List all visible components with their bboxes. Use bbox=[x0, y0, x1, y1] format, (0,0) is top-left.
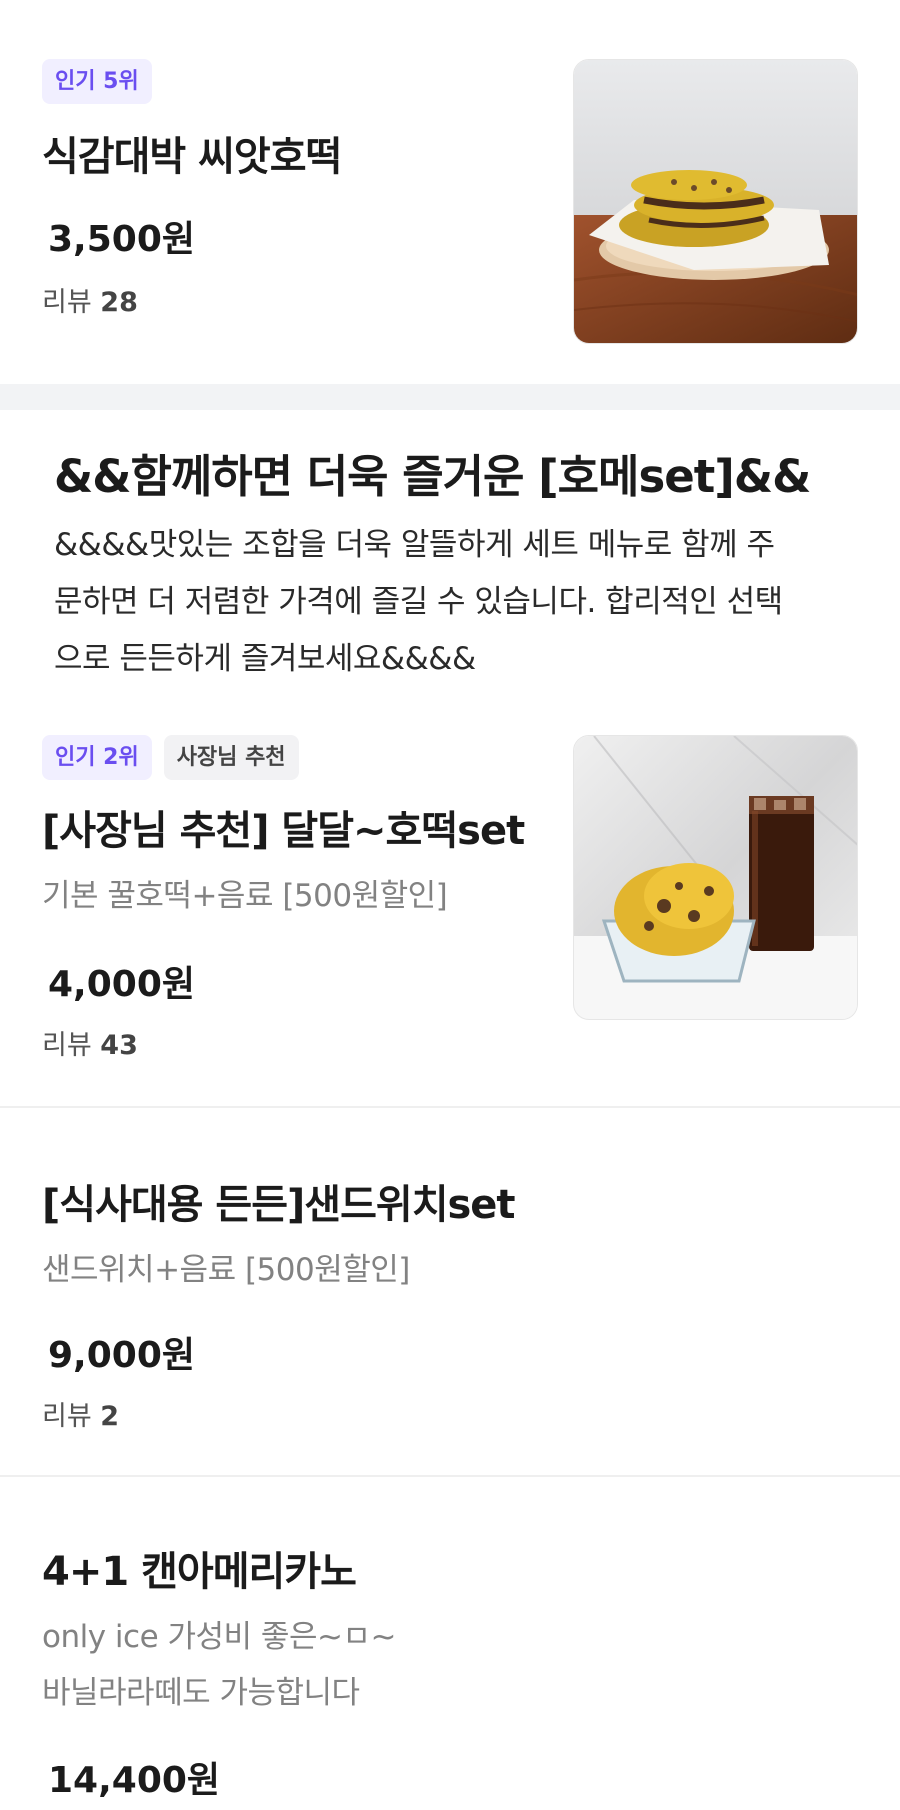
item-price: 9,000원 bbox=[48, 1335, 195, 1376]
item-description-line: 바닐라라떼도 가능합니다 bbox=[42, 1675, 360, 1711]
owner-recommend-badge: 사장님 추천 bbox=[163, 735, 299, 780]
review-number: 43 bbox=[100, 1030, 138, 1061]
menu-item-hotteok-set[interactable]: 인기 2위 사장님 추천 [사장님 추천] 달달~호떡set 기본 꿀호떡+음료… bbox=[0, 720, 900, 1105]
item-review-count: 리뷰 28 bbox=[42, 280, 138, 319]
item-name: 4+1 캔아메리카노 bbox=[42, 1549, 357, 1595]
item-name: [식사대용 든든]샌드위치set bbox=[42, 1182, 516, 1228]
set-section-header: &&함께하면 더욱 즐거운 [호메set]&& &&&&맛있는 조합을 더욱 알… bbox=[54, 440, 874, 688]
review-label: 리뷰 bbox=[42, 287, 92, 318]
set-desc-line: 문하면 더 저렴한 가격에 즐길 수 있습니다. 합리적인 선택 bbox=[54, 584, 783, 620]
item-review-count: 리뷰 43 bbox=[42, 1023, 138, 1062]
set-desc-line: &&&&맛있는 조합을 더욱 알뜰하게 세트 메뉴로 함께 주 bbox=[54, 527, 775, 563]
item-review-count: 리뷰 2 bbox=[42, 1394, 119, 1433]
menu-item-seed-hotteok[interactable]: 인기 5위 식감대박 씨앗호떡 3,500원 리뷰 28 bbox=[0, 0, 900, 384]
item-name: 식감대박 씨앗호떡 bbox=[42, 134, 342, 180]
item-price: 3,500원 bbox=[48, 219, 195, 260]
popular-rank-badge: 인기 2위 bbox=[42, 735, 152, 780]
item-description: 기본 꿀호떡+음료 [500원할인] bbox=[42, 878, 448, 914]
badge-group: 인기 5위 bbox=[42, 59, 152, 104]
item-description-line: only ice 가성비 좋은~ㅁ~ bbox=[42, 1619, 396, 1655]
item-description: 샌드위치+음료 [500원할인] bbox=[42, 1252, 410, 1288]
set-section-description: &&&&맛있는 조합을 더욱 알뜰하게 세트 메뉴로 함께 주 문하면 더 저렴… bbox=[54, 517, 874, 688]
review-label: 리뷰 bbox=[42, 1401, 92, 1432]
menu-page: 인기 5위 식감대박 씨앗호떡 3,500원 리뷰 28 &&함께하면 더욱 즐… bbox=[0, 0, 900, 1810]
review-label: 리뷰 bbox=[42, 1030, 92, 1061]
hotteok-drink-photo-icon[interactable] bbox=[573, 735, 858, 1020]
review-number: 2 bbox=[100, 1401, 120, 1432]
review-number: 28 bbox=[100, 287, 138, 318]
menu-item-can-americano[interactable]: 4+1 캔아메리카노 only ice 가성비 좋은~ㅁ~ 바닐라라떼도 가능합… bbox=[0, 1477, 900, 1810]
set-section-title: &&함께하면 더욱 즐거운 [호메set]&& bbox=[54, 450, 811, 503]
item-name: [사장님 추천] 달달~호떡set bbox=[42, 808, 525, 854]
item-price: 14,400원 bbox=[48, 1760, 221, 1801]
badge-group: 인기 2위 사장님 추천 bbox=[42, 735, 299, 780]
item-price: 4,000원 bbox=[48, 964, 195, 1005]
popular-rank-badge: 인기 5위 bbox=[42, 59, 152, 104]
menu-item-sandwich-set[interactable]: [식사대용 든든]샌드위치set 샌드위치+음료 [500원할인] 9,000원… bbox=[0, 1108, 900, 1474]
section-divider bbox=[0, 384, 900, 410]
set-desc-line: 으로 든든하게 즐겨보세요&&&& bbox=[54, 641, 476, 677]
hotteok-photo-icon[interactable] bbox=[573, 59, 858, 344]
